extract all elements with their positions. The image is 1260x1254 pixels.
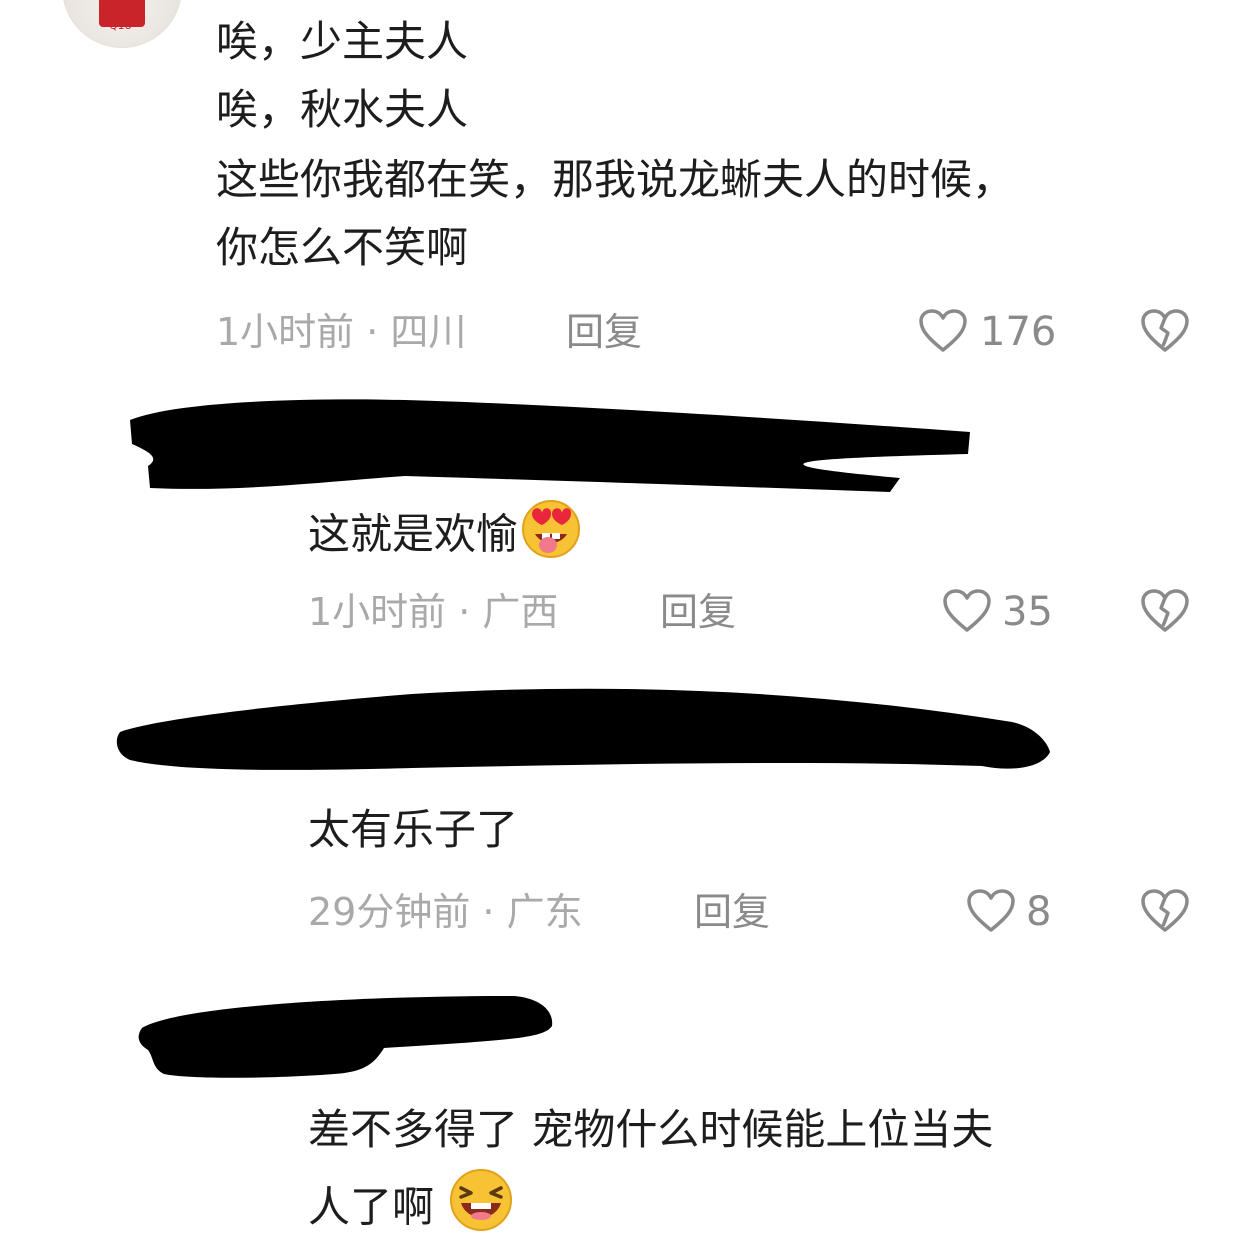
- reply-button[interactable]: 回复: [566, 310, 642, 354]
- reply-text-line: 差不多得了 宠物什么时候能上位当夫: [308, 1105, 994, 1154]
- reply-text-content: 这就是欢愉: [308, 509, 519, 559]
- heart-outline-icon[interactable]: [942, 588, 992, 634]
- reply-button[interactable]: 回复: [694, 890, 770, 934]
- reply-button[interactable]: 回复: [660, 590, 736, 634]
- like-count: 8: [1026, 889, 1052, 935]
- comment-text-line: 你怎么不笑啊: [216, 223, 469, 272]
- heart-outline-icon[interactable]: [966, 888, 1016, 934]
- avatar-tag: Q18: [109, 19, 132, 32]
- redacted-username: [116, 688, 1050, 770]
- user-avatar[interactable]: Q18: [62, 0, 182, 48]
- reply-text: 太有乐子了: [308, 805, 519, 854]
- comment-text-line: 这些你我都在笑，那我说龙蜥夫人的时候，: [216, 155, 1015, 204]
- like-count: 35: [1002, 589, 1053, 635]
- redacted-username: [130, 399, 970, 492]
- comment-text-line: 唉，少主夫人: [216, 17, 469, 66]
- reply-text: 这就是欢愉: [308, 494, 584, 580]
- laughing-emoji: [447, 1166, 515, 1254]
- reply-timestamp-location: 1小时前 · 广西: [308, 590, 559, 634]
- reply-timestamp-location: 29分钟前 · 广东: [308, 890, 583, 934]
- like-count: 176: [980, 309, 1057, 355]
- heart-outline-icon[interactable]: [918, 308, 968, 354]
- redacted-username: [138, 996, 553, 1078]
- reply-text-line: 人了啊: [308, 1166, 515, 1254]
- comment-timestamp-location: 1小时前 · 四川: [216, 310, 467, 354]
- broken-heart-icon[interactable]: [1140, 308, 1190, 354]
- comment-text-line: 唉，秋水夫人: [216, 85, 469, 134]
- broken-heart-icon[interactable]: [1140, 888, 1190, 934]
- reply-text-content: 人了啊: [308, 1182, 435, 1232]
- star-struck-tongue-emoji: [518, 494, 584, 580]
- broken-heart-icon[interactable]: [1140, 588, 1190, 634]
